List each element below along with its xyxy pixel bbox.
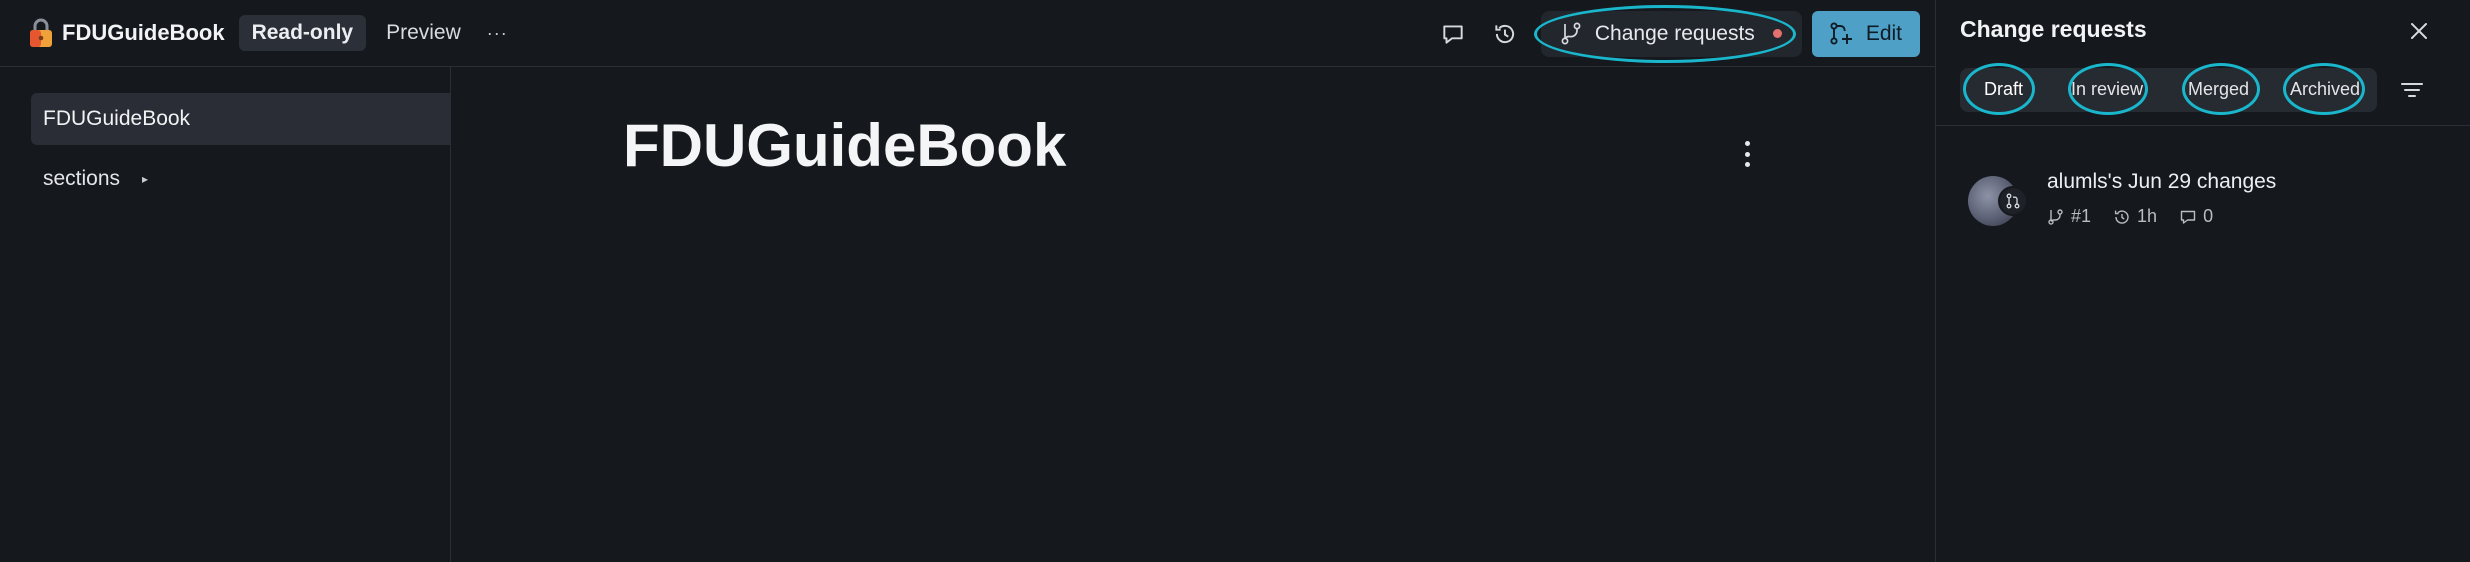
sidebar: FDUGuideBook sections ▸ [0, 67, 451, 562]
change-request-item[interactable]: alumls's Jun 29 changes #1 1h 0 [1968, 170, 2448, 240]
comments-button[interactable] [1431, 12, 1475, 56]
sidebar-item-label: sections [43, 167, 121, 190]
sidebar-item-sections[interactable]: sections ▸ [31, 153, 148, 205]
change-requests-panel: Change requests Draft In review Merged A… [1935, 0, 2470, 562]
status-tabs: Draft In review Merged Archived [1960, 68, 2377, 112]
branch-icon [1561, 22, 1581, 44]
space-brand[interactable]: FDUGuideBook [26, 16, 225, 50]
panel-title: Change requests [1960, 16, 2147, 42]
main-content: FDUGuideBook [452, 67, 1935, 562]
panel-divider [1936, 125, 2470, 126]
filter-icon[interactable] [2399, 78, 2425, 102]
tab-archived[interactable]: Archived [2290, 79, 2360, 100]
sidebar-item-fduguidebook[interactable]: FDUGuideBook [31, 93, 451, 145]
caret-right-icon[interactable]: ▸ [142, 172, 148, 186]
change-requests-label: Change requests [1594, 21, 1755, 45]
more-menu-button[interactable]: ··· [487, 23, 508, 44]
branch-icon [2048, 208, 2063, 225]
history-icon [2114, 209, 2129, 224]
history-icon [1495, 24, 1514, 43]
history-button[interactable] [1483, 12, 1527, 56]
status-dot [1772, 29, 1782, 38]
top-bar: FDUGuideBook Read-only Preview ··· Chang… [0, 0, 1935, 67]
sidebar-item-label: FDUGuideBook [43, 107, 191, 130]
kebab-icon[interactable] [1732, 137, 1762, 171]
page-title: FDUGuideBook [623, 112, 1067, 179]
change-request-age: 1h [2113, 206, 2157, 227]
edit-label: Edit [1865, 21, 1902, 45]
comment-icon [1443, 24, 1463, 44]
tab-in-review[interactable]: In review [2071, 79, 2143, 100]
read-only-badge[interactable]: Read-only [238, 15, 367, 51]
change-request-number: #1 [2047, 206, 2091, 227]
tab-draft[interactable]: Draft [1984, 79, 2023, 100]
preview-button[interactable]: Preview [386, 21, 461, 45]
close-icon[interactable] [2408, 20, 2430, 42]
change-request-comments: 0 [2179, 206, 2213, 227]
space-name: FDUGuideBook [62, 20, 225, 45]
edit-button[interactable]: Edit [1811, 10, 1920, 57]
change-request-meta: #1 1h 0 [2047, 206, 2235, 227]
edit-branch-icon [1830, 21, 1852, 45]
branch-badge-icon [1998, 186, 2028, 216]
change-request-title[interactable]: alumls's Jun 29 changes [2047, 170, 2276, 194]
lock-icon [26, 16, 56, 50]
tab-merged[interactable]: Merged [2188, 79, 2249, 100]
comment-icon [2180, 210, 2196, 224]
change-requests-button[interactable]: Change requests [1540, 10, 1802, 57]
